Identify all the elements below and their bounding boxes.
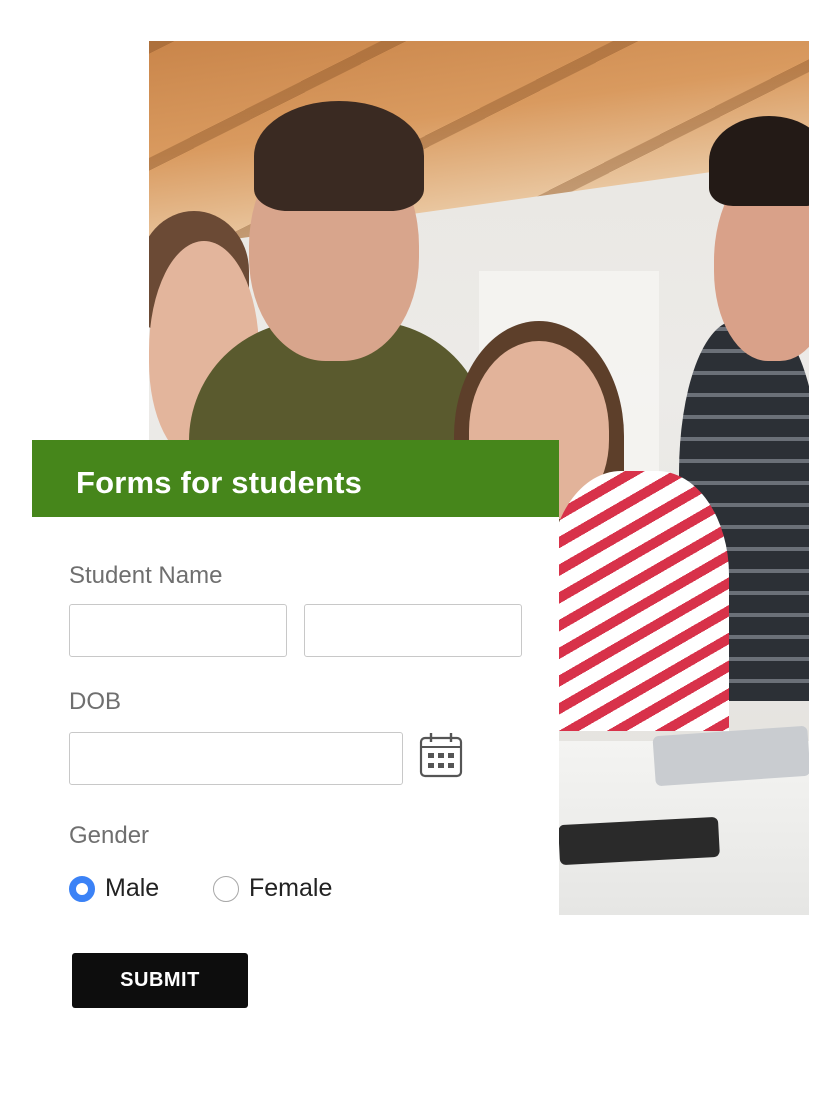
gender-label: Gender — [69, 822, 150, 849]
radio-selected-icon[interactable] — [69, 875, 95, 902]
student-form-card: Forms for students Student Name DOB Gend… — [32, 440, 559, 915]
radio-unselected-icon[interactable] — [213, 875, 239, 902]
gender-option-male[interactable]: Male — [69, 874, 159, 903]
form-header: Forms for students — [32, 440, 559, 517]
first-name-input[interactable] — [69, 604, 287, 657]
gender-option-label: Female — [249, 874, 333, 902]
form-title: Forms for students — [76, 465, 363, 500]
student-name-label: Student Name — [69, 562, 223, 589]
gender-option-label: Male — [105, 874, 160, 902]
gender-option-female[interactable]: Female — [213, 874, 332, 903]
last-name-input[interactable] — [304, 604, 522, 657]
dob-input[interactable] — [69, 732, 403, 785]
person-glasses-hair — [254, 101, 424, 211]
calendar-icon[interactable] — [419, 732, 463, 778]
phone — [558, 816, 720, 866]
wooden-ceiling — [149, 41, 809, 252]
submit-button[interactable]: SUBMIT — [72, 953, 248, 1008]
laptop — [652, 725, 809, 787]
person-center-body — [549, 471, 729, 731]
person-right-hair — [709, 116, 809, 206]
dob-label: DOB — [69, 688, 122, 715]
